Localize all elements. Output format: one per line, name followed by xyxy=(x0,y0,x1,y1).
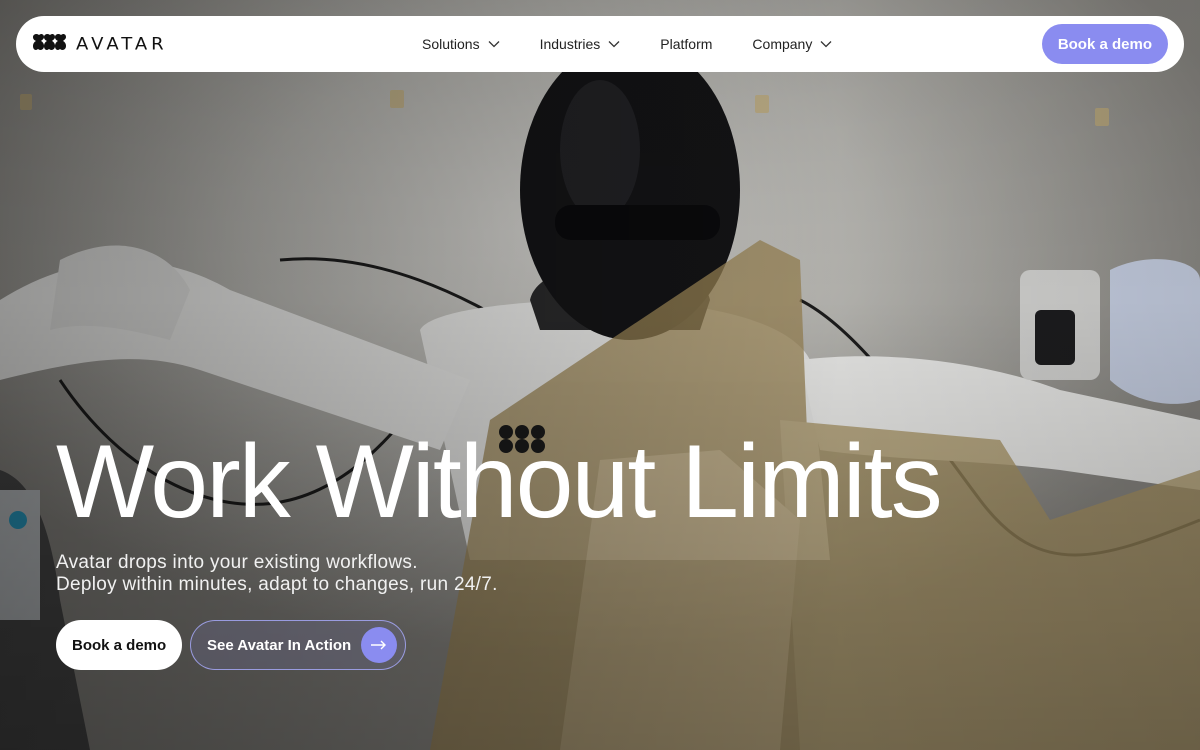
nav-item-label: Solutions xyxy=(422,36,480,52)
nav-book-demo-button[interactable]: Book a demo xyxy=(1041,24,1168,64)
nav-item-industries[interactable]: Industries xyxy=(540,36,621,52)
nav-item-solutions[interactable]: Solutions xyxy=(422,36,500,52)
hero-subtitle-line-2: Deploy within minutes, adapt to changes,… xyxy=(56,574,498,595)
nav-item-label: Platform xyxy=(660,36,713,52)
nav-item-label: Company xyxy=(752,36,813,52)
arrow-right-icon xyxy=(361,627,398,663)
see-avatar-in-action-button[interactable]: See Avatar In Action xyxy=(190,620,407,670)
chevron-down-icon xyxy=(820,41,832,48)
chevron-down-icon xyxy=(608,41,620,48)
chevron-down-icon xyxy=(488,41,500,48)
hero-subtitle-line-1: Avatar drops into your existing workflow… xyxy=(56,552,418,573)
nav-item-company[interactable]: Company xyxy=(752,36,832,52)
hero-subtitle: Avatar drops into your existing workflow… xyxy=(56,552,498,596)
top-navbar: AVATAR Solutions Industries Platform Com… xyxy=(16,16,1184,72)
nav-item-platform[interactable]: Platform xyxy=(660,36,712,52)
brand-logo-link[interactable]: AVATAR xyxy=(32,33,168,55)
primary-nav: Solutions Industries Platform Company xyxy=(422,16,872,72)
hero-title: Work Without Limits xyxy=(56,424,943,540)
see-avatar-in-action-label: See Avatar In Action xyxy=(207,636,352,654)
hero-book-demo-button[interactable]: Book a demo xyxy=(56,620,183,670)
brand-wordmark: AVATAR xyxy=(76,34,168,54)
nav-item-label: Industries xyxy=(539,36,601,52)
avatar-logo-icon xyxy=(33,33,66,50)
